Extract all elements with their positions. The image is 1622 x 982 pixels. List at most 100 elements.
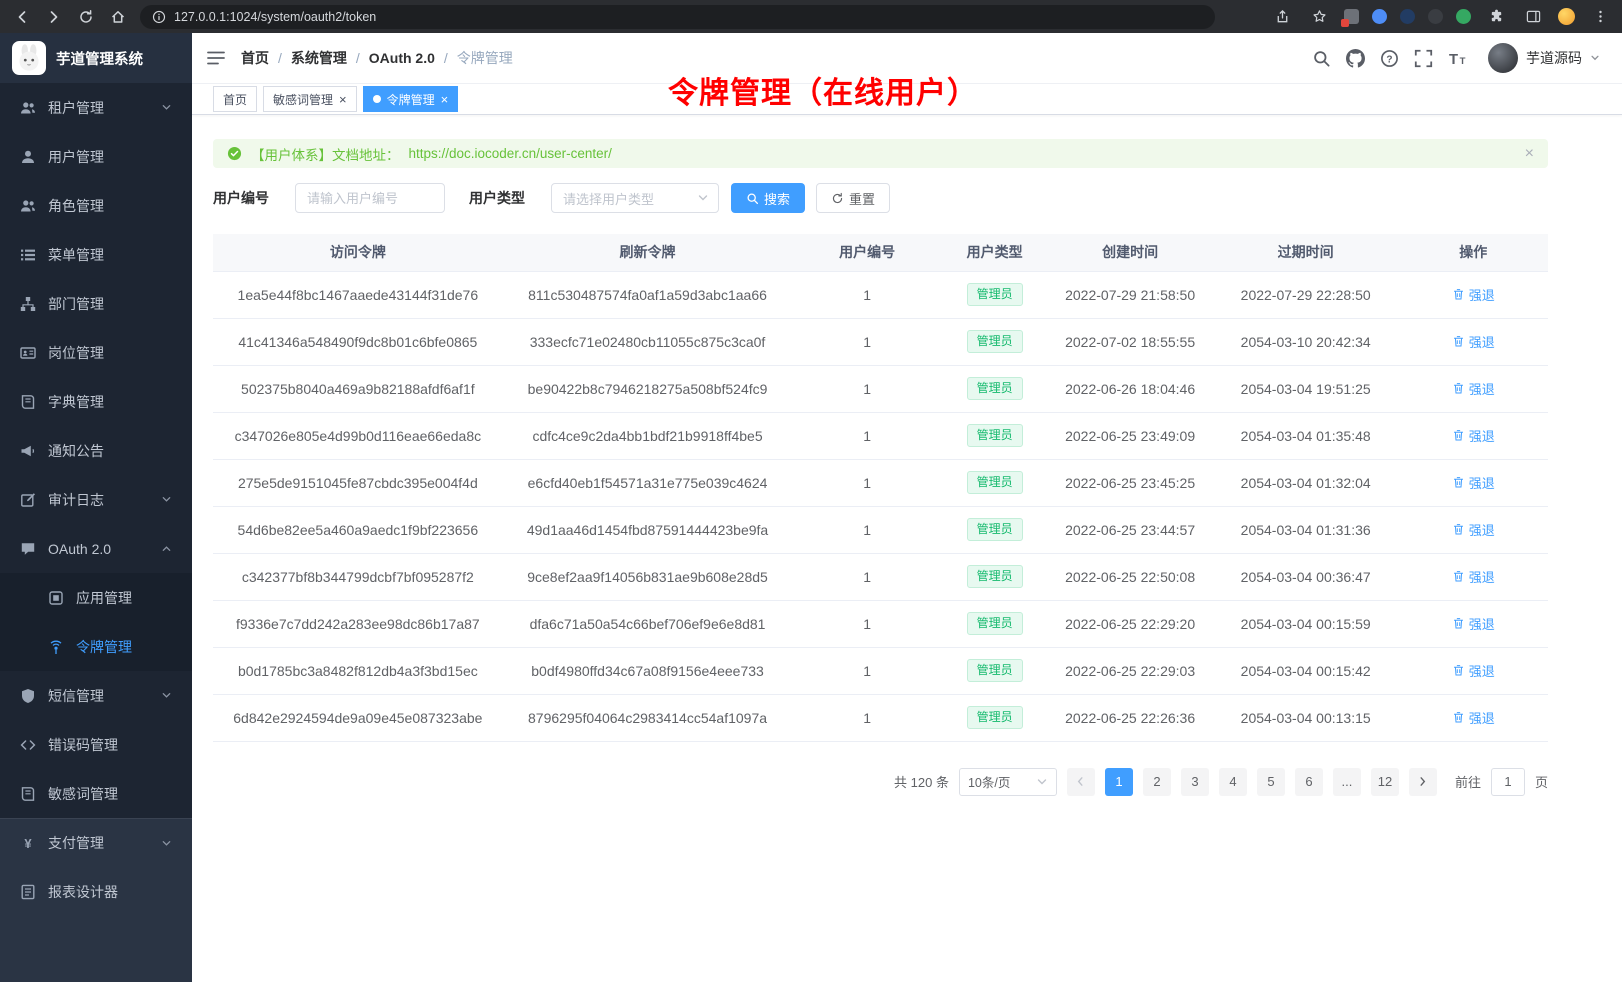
- page-button-12[interactable]: 12: [1371, 768, 1399, 796]
- sidebar-item-menu[interactable]: 菜单管理: [0, 230, 192, 279]
- side-panel-icon[interactable]: [1521, 5, 1545, 29]
- sidebar-item-error-code[interactable]: 错误码管理: [0, 720, 192, 769]
- force-logout-button[interactable]: 强退: [1452, 379, 1495, 398]
- prev-page-button[interactable]: [1067, 768, 1095, 796]
- close-icon[interactable]: ×: [1525, 146, 1534, 162]
- tab-oauth2-token[interactable]: 令牌管理 ×: [363, 86, 459, 112]
- refresh-token-cell: 333ecfc71e02480cb11055c875c3ca0f: [503, 318, 793, 365]
- sidebar-item-sms[interactable]: 短信管理: [0, 671, 192, 720]
- tabbar: 首页敏感词管理× 令牌管理 ×: [192, 84, 1622, 115]
- goto-page-input[interactable]: [1491, 768, 1525, 796]
- next-page-button[interactable]: [1409, 768, 1437, 796]
- breadcrumb: 首页 / 系统管理 / OAuth 2.0 / 令牌管理: [241, 48, 513, 68]
- delete-icon: [1452, 335, 1465, 348]
- sidebar-item-dept[interactable]: 部门管理: [0, 279, 192, 328]
- sidebar-item-audit-log[interactable]: 审计日志: [0, 475, 192, 524]
- breadcrumb-system[interactable]: 系统管理: [291, 48, 347, 68]
- column-header-1: 刷新令牌: [503, 234, 793, 271]
- extensions-puzzle-icon[interactable]: [1484, 5, 1508, 29]
- close-icon[interactable]: ×: [339, 93, 347, 106]
- table-row: b0d1785bc3a8482f812db4a3f3bd15ecb0df4980…: [213, 647, 1548, 694]
- sidebar-item-role[interactable]: 角色管理: [0, 181, 192, 230]
- extension-icon-blue[interactable]: [1372, 9, 1387, 24]
- sidebar-item-label: 审计日志: [48, 490, 104, 510]
- page-button-1[interactable]: 1: [1105, 768, 1133, 796]
- tab-label: 令牌管理: [387, 91, 435, 108]
- sidebar-item-notice[interactable]: 通知公告: [0, 426, 192, 475]
- breadcrumb-home[interactable]: 首页: [241, 48, 269, 68]
- app-logo[interactable]: 芋道管理系统: [0, 33, 192, 83]
- breadcrumb-oauth2[interactable]: OAuth 2.0: [369, 50, 435, 66]
- force-logout-button[interactable]: 强退: [1452, 426, 1495, 445]
- chevron-down-icon: [1590, 53, 1600, 63]
- sidebar-item-tenant[interactable]: 租户管理: [0, 83, 192, 132]
- force-logout-button[interactable]: 强退: [1452, 614, 1495, 633]
- user-type-cell: 管理员: [942, 600, 1047, 647]
- share-icon[interactable]: [1270, 5, 1294, 29]
- browser-profile-avatar[interactable]: [1558, 8, 1575, 25]
- delete-icon: [1452, 429, 1465, 442]
- users-icon: [20, 100, 36, 116]
- user-type-tag: 管理员: [967, 659, 1023, 682]
- sidebar-item-label: OAuth 2.0: [48, 541, 111, 557]
- user-menu[interactable]: 芋道源码: [1488, 43, 1600, 73]
- extension-icon-navy[interactable]: [1400, 9, 1415, 24]
- page-button-4[interactable]: 4: [1219, 768, 1247, 796]
- force-logout-button[interactable]: 强退: [1452, 708, 1495, 727]
- browser-menu-kebab-icon[interactable]: [1588, 5, 1612, 29]
- force-logout-button[interactable]: 强退: [1452, 285, 1495, 304]
- sidebar-collapse-button[interactable]: [206, 48, 226, 68]
- column-header-4: 创建时间: [1047, 234, 1213, 271]
- user-id-input[interactable]: [295, 183, 445, 213]
- svg-text:T: T: [1460, 55, 1466, 66]
- delete-icon: [1452, 523, 1465, 536]
- tab-home[interactable]: 首页: [213, 86, 257, 112]
- sidebar-item-post[interactable]: 岗位管理: [0, 328, 192, 377]
- page-size-select[interactable]: 10条/页: [959, 768, 1057, 796]
- browser-forward-button[interactable]: [42, 5, 66, 29]
- force-logout-button[interactable]: 强退: [1452, 567, 1495, 586]
- sidebar-item-sensitive-word[interactable]: 敏感词管理: [0, 769, 192, 818]
- access-token-cell: 6d842e2924594de9a09e45e087323abe: [213, 694, 503, 741]
- expire-time-cell: 2022-07-29 22:28:50: [1213, 271, 1399, 318]
- action-cell: 强退: [1398, 318, 1548, 365]
- browser-address-bar[interactable]: 127.0.0.1:1024/system/oauth2/token: [140, 5, 1215, 29]
- bookmark-star-icon[interactable]: [1307, 5, 1331, 29]
- fullscreen-icon[interactable]: [1414, 49, 1433, 68]
- page-button-6[interactable]: 6: [1295, 768, 1323, 796]
- browser-reload-button[interactable]: [74, 5, 98, 29]
- tab-sensitive-word[interactable]: 敏感词管理×: [263, 86, 357, 112]
- doc-link[interactable]: https://doc.iocoder.cn/user-center/: [409, 146, 612, 161]
- github-icon[interactable]: [1346, 49, 1365, 68]
- extension-icon-green[interactable]: [1456, 9, 1471, 24]
- help-icon[interactable]: ?: [1380, 49, 1399, 68]
- sidebar-item-dict[interactable]: 字典管理: [0, 377, 192, 426]
- sidebar-item-oauth2-token[interactable]: 令牌管理: [0, 622, 192, 671]
- close-icon[interactable]: ×: [441, 93, 449, 106]
- delete-icon: [1452, 664, 1465, 677]
- force-logout-button[interactable]: 强退: [1452, 520, 1495, 539]
- extension-icon-badged[interactable]: [1344, 9, 1359, 24]
- force-logout-button[interactable]: 强退: [1452, 332, 1495, 351]
- sidebar-item-pay[interactable]: ¥支付管理: [0, 818, 192, 867]
- sidebar-item-oauth2-app[interactable]: 应用管理: [0, 573, 192, 622]
- font-size-icon[interactable]: TT: [1448, 49, 1467, 68]
- page-button-5[interactable]: 5: [1257, 768, 1285, 796]
- force-logout-button[interactable]: 强退: [1452, 473, 1495, 492]
- user-type-select[interactable]: 请选择用户类型: [551, 183, 719, 213]
- browser-home-button[interactable]: [106, 5, 130, 29]
- extension-icon-dark[interactable]: [1428, 9, 1443, 24]
- sidebar-item-report-designer[interactable]: 报表设计器: [0, 867, 192, 916]
- site-info-icon[interactable]: [152, 10, 166, 24]
- pager-more-button[interactable]: ...: [1333, 768, 1361, 796]
- search-icon[interactable]: [1312, 49, 1331, 68]
- sidebar-item-user[interactable]: 用户管理: [0, 132, 192, 181]
- browser-back-button[interactable]: [10, 5, 34, 29]
- page-button-3[interactable]: 3: [1181, 768, 1209, 796]
- page-button-2[interactable]: 2: [1143, 768, 1171, 796]
- sidebar-item-oauth2[interactable]: OAuth 2.0: [0, 524, 192, 573]
- force-logout-button[interactable]: 强退: [1452, 661, 1495, 680]
- search-button[interactable]: 搜索: [731, 183, 805, 213]
- svg-text:¥: ¥: [24, 836, 32, 851]
- reset-button[interactable]: 重置: [816, 183, 890, 213]
